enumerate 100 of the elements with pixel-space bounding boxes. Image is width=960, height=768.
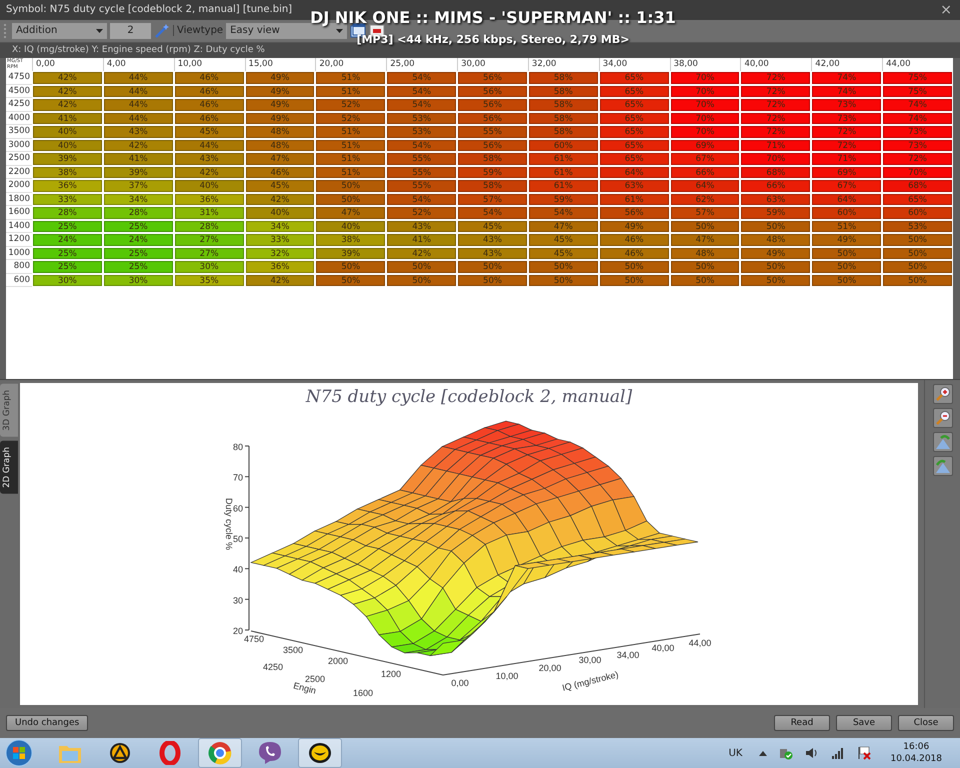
table-cell[interactable]: 28% [104, 207, 173, 219]
table-cell[interactable]: 27% [174, 248, 244, 260]
table-cell[interactable]: 72% [741, 99, 810, 111]
table-cell[interactable]: 43% [174, 153, 244, 165]
table-cell[interactable]: 58% [528, 126, 598, 138]
table-cell[interactable]: 57% [458, 194, 527, 206]
table-cell[interactable]: 54% [387, 72, 456, 84]
table-cell[interactable]: 47% [528, 220, 598, 232]
table-cell[interactable]: 40% [174, 180, 244, 192]
table-cell[interactable]: 68% [883, 180, 952, 192]
table-cell[interactable]: 75% [883, 86, 952, 98]
table-cell[interactable]: 46% [600, 248, 669, 260]
table-cell[interactable]: 56% [458, 112, 527, 124]
table-cell[interactable]: 25% [104, 261, 173, 273]
table-cell[interactable]: 44% [104, 86, 173, 98]
table-cell[interactable]: 50% [670, 261, 740, 273]
table-cell[interactable]: 38% [33, 166, 102, 178]
table-cell[interactable]: 42% [33, 86, 102, 98]
table-cell[interactable]: 35% [174, 274, 244, 286]
step-field[interactable]: 2 [110, 22, 151, 39]
table-cell[interactable]: 73% [883, 140, 952, 152]
table-cell[interactable]: 50% [458, 274, 527, 286]
table-cell[interactable]: 51% [316, 166, 386, 178]
table-cell[interactable]: 70% [670, 86, 740, 98]
table-cell[interactable]: 72% [741, 86, 810, 98]
table-cell[interactable]: 64% [812, 194, 882, 206]
table-cell[interactable]: 30% [104, 274, 173, 286]
table-cell[interactable]: 44% [104, 72, 173, 84]
table-cell[interactable]: 46% [174, 112, 244, 124]
table-cell[interactable]: 67% [670, 153, 740, 165]
table-cell[interactable]: 40% [33, 140, 102, 152]
table-cell[interactable]: 63% [600, 180, 669, 192]
table-cell[interactable]: 46% [174, 72, 244, 84]
table-cell[interactable]: 45% [528, 234, 598, 246]
table-cell[interactable]: 50% [883, 234, 952, 246]
table-cell[interactable]: 73% [812, 99, 882, 111]
table-cell[interactable]: 66% [670, 166, 740, 178]
table-cell[interactable]: 74% [883, 112, 952, 124]
clock-date[interactable]: 10.04.2018 [890, 753, 942, 765]
table-cell[interactable]: 37% [104, 180, 173, 192]
table-cell[interactable]: 24% [33, 234, 102, 246]
table-cell[interactable]: 55% [458, 126, 527, 138]
close-button[interactable]: × [938, 2, 954, 17]
table-cell[interactable]: 48% [246, 126, 314, 138]
clock-time[interactable]: 16:06 [903, 741, 930, 753]
table-cell[interactable]: 66% [741, 180, 810, 192]
table-cell[interactable]: 49% [246, 112, 314, 124]
table-cell[interactable]: 50% [812, 248, 882, 260]
table-cell[interactable]: 25% [33, 261, 102, 273]
table-cell[interactable]: 56% [600, 207, 669, 219]
table-cell[interactable]: 51% [316, 72, 386, 84]
table-cell[interactable]: 50% [741, 274, 810, 286]
table-cell[interactable]: 39% [33, 153, 102, 165]
table-cell[interactable]: 70% [670, 112, 740, 124]
table-cell[interactable]: 43% [458, 248, 527, 260]
table-cell[interactable]: 49% [246, 72, 314, 84]
table-cell[interactable]: 39% [316, 248, 386, 260]
table-cell[interactable]: 56% [458, 86, 527, 98]
table-cell[interactable]: 54% [528, 207, 598, 219]
table-cell[interactable]: 45% [528, 248, 598, 260]
zoom-out-button[interactable] [932, 408, 952, 428]
table-cell[interactable]: 72% [741, 126, 810, 138]
table-cell[interactable]: 62% [670, 194, 740, 206]
table-cell[interactable]: 34% [246, 220, 314, 232]
zoom-in-button[interactable] [932, 384, 952, 404]
table-cell[interactable]: 74% [812, 72, 882, 84]
table-cell[interactable]: 30% [33, 274, 102, 286]
table-cell[interactable]: 72% [883, 153, 952, 165]
rotate-button[interactable] [932, 432, 952, 452]
table-cell[interactable]: 36% [33, 180, 102, 192]
table-cell[interactable]: 70% [741, 153, 810, 165]
table-cell[interactable]: 36% [174, 194, 244, 206]
table-cell[interactable]: 38% [316, 234, 386, 246]
table-cell[interactable]: 74% [883, 99, 952, 111]
table-cell[interactable]: 54% [458, 207, 527, 219]
signal-icon[interactable] [831, 746, 846, 760]
table-cell[interactable]: 69% [812, 166, 882, 178]
table-cell[interactable]: 58% [528, 99, 598, 111]
table-cell[interactable]: 72% [812, 140, 882, 152]
table-cell[interactable]: 36% [246, 261, 314, 273]
table-cell[interactable]: 49% [812, 234, 882, 246]
table-cell[interactable]: 72% [741, 72, 810, 84]
table-cell[interactable]: 46% [246, 166, 314, 178]
table-cell[interactable]: 70% [883, 166, 952, 178]
table-cell[interactable]: 70% [670, 72, 740, 84]
table-cell[interactable]: 65% [600, 112, 669, 124]
table-cell[interactable]: 65% [600, 153, 669, 165]
table-cell[interactable]: 68% [741, 166, 810, 178]
flag-icon[interactable] [857, 746, 872, 760]
table-cell[interactable]: 61% [600, 194, 669, 206]
table-cell[interactable]: 71% [812, 153, 882, 165]
table-cell[interactable]: 25% [33, 220, 102, 232]
taskbar-app[interactable] [298, 738, 342, 768]
table-cell[interactable]: 50% [741, 261, 810, 273]
table-cell[interactable]: 42% [246, 194, 314, 206]
table-cell[interactable]: 56% [458, 140, 527, 152]
table-cell[interactable]: 50% [883, 274, 952, 286]
table-cell[interactable]: 51% [812, 220, 882, 232]
table-cell[interactable]: 33% [33, 194, 102, 206]
table-cell[interactable]: 50% [883, 261, 952, 273]
